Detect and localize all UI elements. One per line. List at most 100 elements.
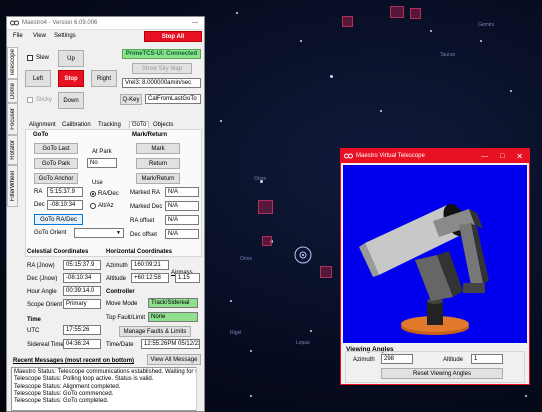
dec-jnow-field: -08:10:34 (63, 273, 101, 283)
dec-jnow-label: Dec (Jnow) (27, 276, 58, 282)
manage-faults-button[interactable]: Manage Faults & Limits (119, 326, 191, 337)
airmass-field: 1.15 (175, 273, 200, 283)
mark-button[interactable]: Mark (136, 143, 180, 154)
sky-label: Gemini (478, 22, 494, 28)
minimize-icon[interactable]: — (481, 153, 488, 160)
move-mode-field: Track/Sidereal (148, 298, 198, 308)
sticky-checkbox[interactable] (27, 97, 33, 103)
utc-label: UTC (27, 328, 40, 334)
goto-ra-input[interactable]: 5:15:37.9 (47, 187, 83, 197)
tab-alignment[interactable]: Alignment (29, 122, 56, 128)
goto-last-button[interactable]: GoTo Last (34, 143, 78, 154)
slew-right-button[interactable]: Right (91, 70, 117, 87)
tab-objects[interactable]: Objects (153, 122, 173, 128)
tab-focuser[interactable]: Focuser (7, 103, 18, 135)
vt-window-title: Maestro Virtual Telescope (356, 153, 425, 159)
tab-tracking[interactable]: Tracking (98, 122, 121, 128)
star (220, 120, 222, 122)
goto-orient-label: GoTo Orient (34, 230, 67, 236)
use-radec-radio[interactable] (90, 191, 96, 197)
maximize-icon[interactable]: □ (500, 153, 504, 160)
ra-label: RA (34, 189, 43, 195)
message-line: Telescope Status: Polling loop active. S… (14, 376, 154, 383)
dec-offset-field: N/A (165, 229, 199, 239)
star (510, 90, 512, 92)
controller-title: Controller (106, 289, 135, 295)
vt-azimuth-label: Azimuth (353, 357, 375, 363)
dec-label: Dec (34, 202, 45, 208)
time-title: Time (27, 317, 41, 323)
sky-label: Orion (254, 176, 267, 182)
sticky-label: Sticky (36, 97, 53, 103)
goto-orient-select[interactable]: ▼ (74, 228, 124, 238)
slew-down-button[interactable]: Down (58, 92, 84, 109)
sky-target-marker[interactable] (390, 6, 404, 18)
altitude-field: +60:12:58 (131, 273, 169, 283)
goto-radec-button[interactable]: GoTo RA/Dec (34, 214, 83, 225)
star (380, 110, 382, 112)
message-line: Telescope Status: GoTo commenced. (14, 390, 114, 397)
goto-anchor-button[interactable]: GoTo Anchor (34, 173, 78, 184)
sky-target-marker[interactable] (258, 200, 273, 214)
sky-target-marker[interactable] (262, 236, 272, 246)
close-icon[interactable]: ✕ (516, 152, 523, 161)
telescope-3d-view[interactable] (343, 165, 527, 343)
sidereal-label: Sidereal Time (27, 342, 64, 348)
qkey-select[interactable]: CalFromLastGoTo (145, 94, 201, 104)
messages-list[interactable]: Maestro Status: Telescope communications… (11, 367, 200, 411)
maestro-title-bar[interactable]: Maestro4 - Version 6.09.006 — (7, 17, 204, 30)
mark-return-button[interactable]: Mark/Return (136, 173, 180, 184)
goto-park-button[interactable]: GoTo Park (34, 158, 78, 169)
slew-stop-button[interactable]: Stop (58, 70, 84, 87)
vt-altitude-label: Altitude (443, 357, 464, 363)
at-park-label: At Park (92, 149, 112, 155)
messages-title: Recent Messages (most recent on bottom) (13, 358, 135, 364)
sky-target-marker[interactable] (342, 16, 353, 27)
tab-rotator[interactable]: Rotator (7, 135, 18, 165)
tab-calibration[interactable]: Calibration (62, 122, 91, 128)
slew-left-button[interactable]: Left (25, 70, 51, 87)
sky-label: Rigel (230, 330, 242, 336)
return-button[interactable]: Return (136, 158, 180, 169)
ra-offset-label: RA offset (130, 218, 155, 224)
sky-target-marker[interactable] (410, 8, 421, 19)
vrel-select[interactable]: Vrel3: 8.000000amin/sec (122, 78, 201, 88)
show-sky-map-button[interactable]: Show Sky Map (132, 63, 192, 74)
scope-orient-field: Primary (63, 299, 101, 309)
marked-dec-label: Marked Dec (130, 204, 163, 210)
time-date-label: Time/Date (106, 342, 134, 348)
tab-telescope[interactable]: Telescope (7, 47, 18, 79)
tab-dome[interactable]: Dome (7, 79, 18, 103)
slew-up-button[interactable]: Up (58, 50, 84, 67)
slew-label: Slew (36, 55, 50, 61)
star (310, 330, 312, 332)
tab-goto[interactable]: GoTo (129, 121, 150, 128)
time-date-field: 12:55:26PM 05/12/23 (141, 339, 200, 349)
reset-viewing-angles-button[interactable]: Reset Viewing Angles (381, 368, 503, 379)
ra-jnow-label: RA (Jnow) (27, 263, 55, 269)
stop-all-button[interactable]: Stop All (144, 31, 202, 42)
menu-file[interactable]: File (13, 33, 23, 39)
use-altaz-radio[interactable] (90, 203, 96, 209)
vt-azimuth-input[interactable]: 298 (381, 354, 413, 364)
marked-dec-field: N/A (165, 201, 199, 211)
slew-checkbox[interactable] (27, 55, 33, 61)
app-logo-icon (10, 20, 19, 26)
messages-scrollbar[interactable] (196, 367, 204, 411)
view-all-messages-button[interactable]: View All Message (147, 354, 201, 365)
tab-filterwheel[interactable]: FilterWheel (7, 165, 18, 207)
sky-target-marker[interactable] (320, 266, 332, 278)
utc-field: 17:55:26 (63, 325, 101, 335)
sky-label: Taurus (440, 52, 456, 58)
menu-settings[interactable]: Settings (54, 33, 76, 39)
qkey-button[interactable]: Q-Key (120, 94, 142, 105)
vt-title-bar[interactable]: Maestro Virtual Telescope — □ ✕ (341, 149, 529, 163)
window-title: Maestro4 - Version 6.09.006 (22, 20, 98, 26)
top-fault-field: None (148, 312, 198, 322)
goto-dec-input[interactable]: -08:10:34 (47, 200, 83, 210)
minimize-icon[interactable]: — (192, 20, 198, 26)
menu-view[interactable]: View (33, 33, 46, 39)
use-label: Use (92, 180, 103, 186)
use-altaz-label: Alt/Az (98, 203, 114, 209)
vt-altitude-input[interactable]: 1 (471, 354, 503, 364)
